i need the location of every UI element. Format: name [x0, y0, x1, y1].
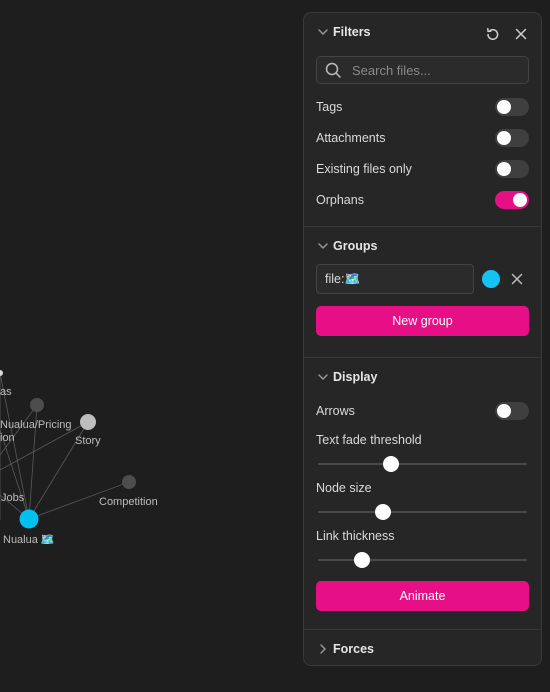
toggle-row-arrows: Arrows	[304, 395, 541, 426]
node-size-label: Node size	[316, 481, 372, 495]
reset-icon[interactable]	[482, 24, 502, 44]
chevron-down-icon	[316, 370, 330, 384]
graph-node-active[interactable]	[19, 509, 39, 529]
display-title: Display	[333, 370, 378, 384]
slider-thumb[interactable]	[353, 552, 370, 568]
groups-title: Groups	[333, 239, 378, 253]
group-row: file:🗺️	[304, 264, 541, 294]
graph-node[interactable]	[30, 398, 44, 412]
node-size-slider[interactable]	[318, 502, 527, 522]
chevron-right-icon	[316, 642, 330, 656]
node-label: as	[0, 386, 12, 398]
node-label: Story	[75, 435, 101, 447]
search-box	[316, 56, 529, 84]
node-label: Competition	[99, 496, 158, 508]
remove-group-icon[interactable]	[510, 272, 524, 286]
search-input[interactable]	[350, 61, 524, 79]
toggle-row-attachments: Attachments	[304, 122, 541, 153]
node-label: Nualua 🗺️	[3, 534, 55, 546]
chevron-down-icon	[316, 25, 330, 39]
toggle-knob	[513, 192, 527, 207]
toggle-label: Existing files only	[316, 161, 412, 176]
link-thickness-slider[interactable]	[318, 550, 527, 570]
forces-header[interactable]: Forces	[304, 639, 374, 659]
node-label: Nualua/Pricing	[0, 419, 72, 431]
new-group-button[interactable]: New group	[316, 306, 529, 336]
groups-section: Groups file:🗺️ New group	[304, 227, 541, 358]
group-query-input[interactable]: file:🗺️	[316, 264, 474, 294]
node-label: ion	[0, 432, 15, 444]
display-section: Display Arrows Text fade threshold Node …	[304, 358, 541, 630]
graph-view-canvas[interactable]: as Nualua/Pricing ion Story Competition …	[0, 0, 300, 692]
orphans-toggle[interactable]	[495, 190, 529, 209]
slider-thumb[interactable]	[374, 504, 391, 520]
slider-track	[318, 559, 527, 561]
group-color-swatch[interactable]	[482, 270, 500, 288]
forces-section: Forces	[304, 630, 541, 665]
existing-files-toggle[interactable]	[495, 159, 529, 178]
toggle-label: Arrows	[316, 403, 355, 418]
toggle-label: Orphans	[316, 192, 364, 207]
filters-section: Filters Tags Attachments	[304, 13, 541, 227]
toggle-row-tags: Tags	[304, 91, 541, 122]
graph-node	[0, 370, 3, 376]
search-icon	[325, 62, 342, 79]
toggle-knob	[497, 161, 511, 176]
slider-track	[318, 463, 527, 465]
node-partial-top[interactable]	[0, 370, 3, 376]
toggle-knob	[497, 99, 511, 114]
node-label: Jobs	[1, 492, 25, 504]
link-thickness-label: Link thickness	[316, 529, 395, 543]
toggle-knob	[497, 403, 511, 418]
chevron-down-icon	[316, 239, 330, 253]
toggle-label: Tags	[316, 99, 343, 114]
tags-toggle[interactable]	[495, 97, 529, 116]
toggle-row-orphans: Orphans	[304, 184, 541, 215]
arrows-toggle[interactable]	[495, 401, 529, 420]
close-icon[interactable]	[511, 24, 531, 44]
slider-track	[318, 511, 527, 513]
graph-settings-panel: Filters Tags Attachments	[303, 12, 542, 666]
forces-title: Forces	[333, 642, 374, 656]
filters-title: Filters	[333, 25, 371, 39]
toggle-label: Attachments	[316, 130, 386, 145]
toggle-row-existing-files: Existing files only	[304, 153, 541, 184]
toggle-knob	[497, 130, 511, 145]
graph-node[interactable]	[122, 475, 136, 489]
text-fade-slider[interactable]	[318, 454, 527, 474]
graph-node[interactable]	[80, 414, 96, 430]
display-header[interactable]: Display	[304, 367, 377, 387]
animate-button[interactable]: Animate	[316, 581, 529, 611]
slider-thumb[interactable]	[383, 456, 400, 472]
groups-header[interactable]: Groups	[304, 236, 377, 256]
text-fade-label: Text fade threshold	[316, 433, 422, 447]
attachments-toggle[interactable]	[495, 128, 529, 147]
filters-header[interactable]: Filters	[304, 22, 371, 42]
